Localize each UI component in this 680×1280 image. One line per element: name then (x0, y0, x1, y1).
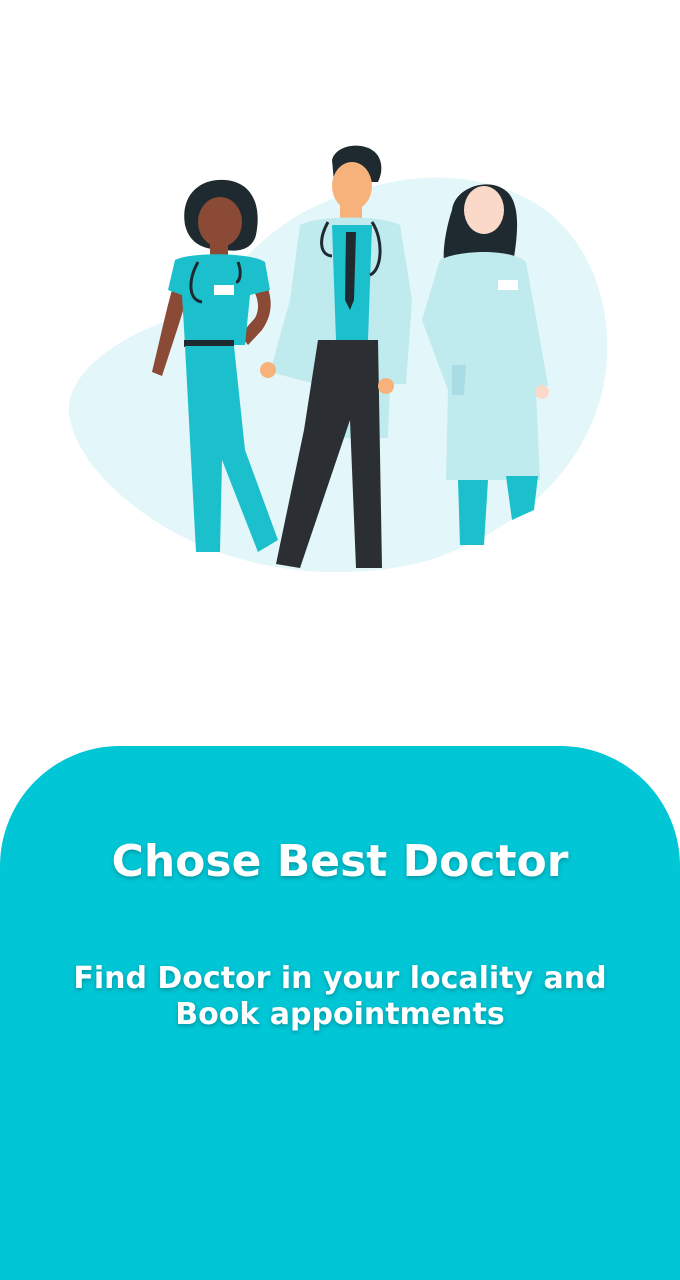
onboarding-subtitle: Find Doctor in your locality and Book ap… (73, 961, 607, 1032)
doctors-illustration (68, 145, 608, 573)
onboarding-title: Chose Best Doctor (111, 836, 569, 887)
